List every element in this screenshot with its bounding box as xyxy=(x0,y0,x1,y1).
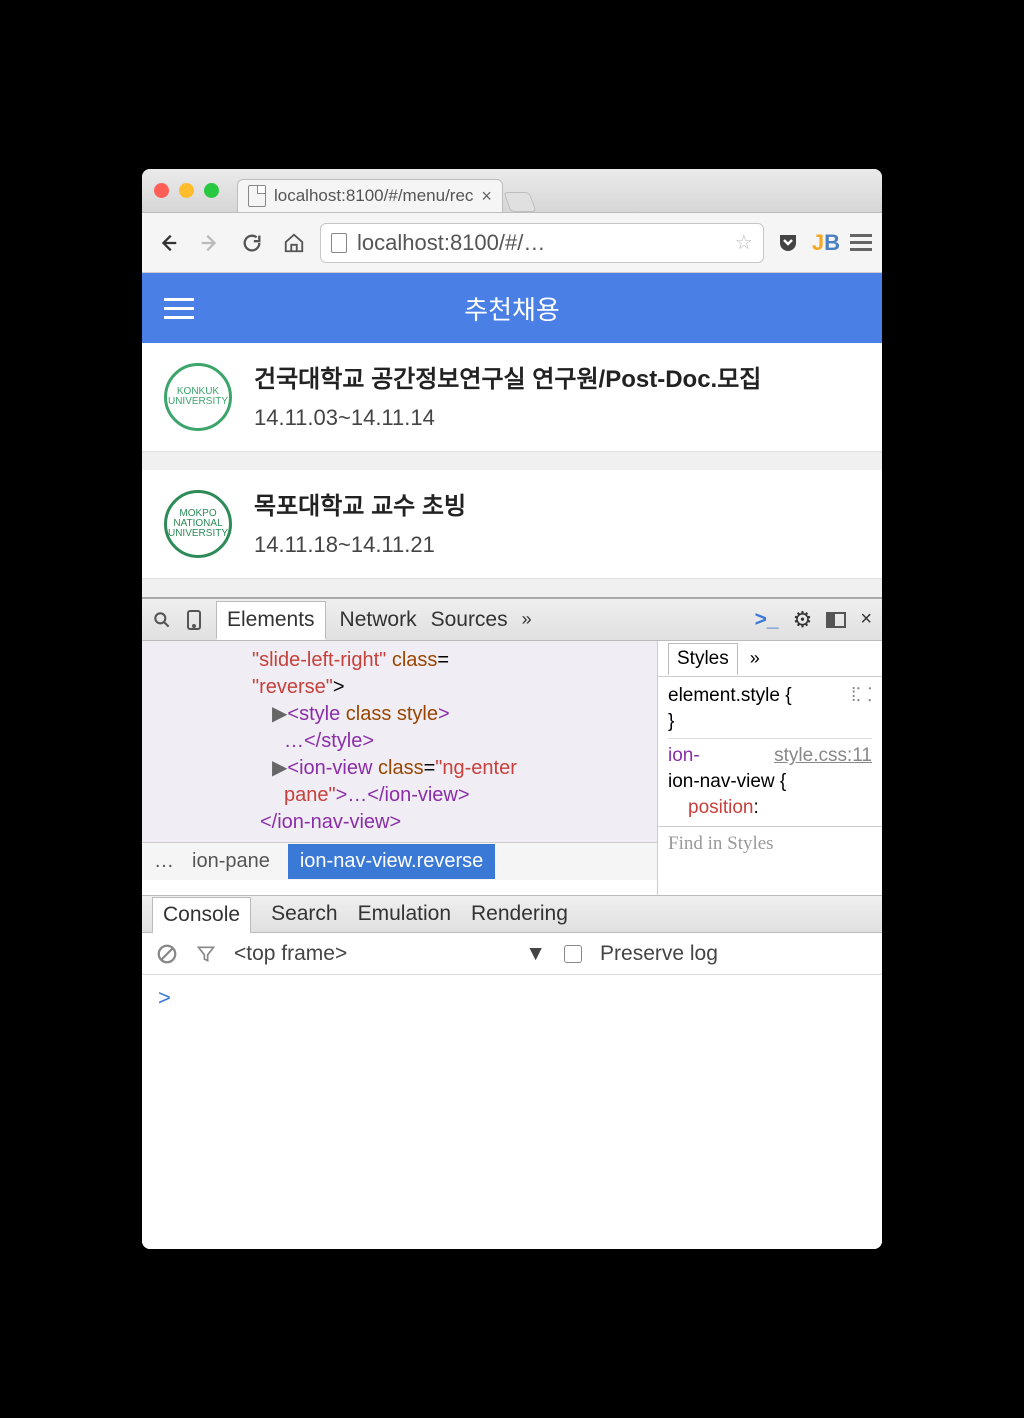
list-item-body: 건국대학교 공간정보연구실 연구원/Post-Doc.모집 14.11.03~1… xyxy=(254,363,761,431)
list-item[interactable]: KONKUK UNIVERSITY 건국대학교 공간정보연구실 연구원/Post… xyxy=(142,343,882,452)
devtools-tabs: Elements Network Sources » >_ ⚙ × xyxy=(142,599,882,641)
dock-side-icon[interactable] xyxy=(826,612,846,628)
tab-title: localhost:8100/#/menu/rec xyxy=(274,186,473,206)
dom-breadcrumb: … ion-pane ion-nav-view.reverse xyxy=(142,842,657,880)
frame-dropdown-icon[interactable]: ▼ xyxy=(525,942,546,966)
url-text: localhost:8100/#/… xyxy=(357,230,725,256)
filter-icon[interactable] xyxy=(196,944,216,964)
forward-button[interactable] xyxy=(194,227,226,259)
traffic-lights xyxy=(154,183,219,198)
close-devtools-icon[interactable]: × xyxy=(860,608,872,631)
hover-tools-icon[interactable]: ⁞⸬ xyxy=(851,683,872,709)
styles-code[interactable]: element.style { ⁞⸬ } ion- style.css:11 i… xyxy=(658,677,882,826)
list-item-dates: 14.11.18~14.11.21 xyxy=(254,532,466,558)
page-favicon-icon xyxy=(248,185,266,207)
console-toolbar: <top frame> ▼ Preserve log xyxy=(142,933,882,975)
maximize-window-button[interactable] xyxy=(204,183,219,198)
frame-selector[interactable]: <top frame> xyxy=(234,942,347,966)
device-mode-icon[interactable] xyxy=(186,609,202,631)
more-tabs-chevron-icon[interactable]: » xyxy=(522,609,532,630)
minimize-window-button[interactable] xyxy=(179,183,194,198)
tab-emulation[interactable]: Emulation xyxy=(358,902,451,926)
close-window-button[interactable] xyxy=(154,183,169,198)
browser-tabstrip: localhost:8100/#/menu/rec × xyxy=(237,169,533,212)
tab-styles[interactable]: Styles xyxy=(668,643,738,676)
list-item[interactable]: MOKPO NATIONAL UNIVERSITY 목포대학교 교수 초빙 14… xyxy=(142,470,882,579)
crumb-more[interactable]: … xyxy=(154,850,174,873)
preserve-log-checkbox[interactable] xyxy=(564,945,582,963)
tab-rendering[interactable]: Rendering xyxy=(471,902,568,926)
pocket-extension-icon[interactable] xyxy=(774,229,802,257)
list-item-dates: 14.11.03~14.11.14 xyxy=(254,405,761,431)
list-item-body: 목포대학교 교수 초빙 14.11.18~14.11.21 xyxy=(254,490,466,558)
url-favicon-icon xyxy=(331,233,347,253)
new-tab-button[interactable] xyxy=(503,192,536,212)
bookmark-star-icon[interactable]: ☆ xyxy=(735,230,753,255)
console-input[interactable]: > xyxy=(142,975,882,1249)
list-item-title: 목포대학교 교수 초빙 xyxy=(254,490,466,524)
browser-tab[interactable]: localhost:8100/#/menu/rec × xyxy=(237,179,503,212)
settings-gear-icon[interactable]: ⚙ xyxy=(793,607,813,633)
address-bar[interactable]: localhost:8100/#/… ☆ xyxy=(320,223,764,263)
back-button[interactable] xyxy=(152,227,184,259)
devtools-body: "slide-left-right" class= "reverse"> ▶<s… xyxy=(142,641,882,895)
devtools-drawer-tabs: Console Search Emulation Rendering xyxy=(142,895,882,933)
clear-console-icon[interactable] xyxy=(156,943,178,965)
jb-extension-icon[interactable]: JB xyxy=(812,230,840,256)
toggle-console-icon[interactable]: >_ xyxy=(755,608,779,632)
org-logo: KONKUK UNIVERSITY xyxy=(164,363,232,431)
app-header: 추천채용 xyxy=(142,273,882,343)
preserve-log-label: Preserve log xyxy=(600,942,718,966)
app-header-title: 추천채용 xyxy=(464,290,560,327)
tab-elements[interactable]: Elements xyxy=(216,601,326,640)
tab-network[interactable]: Network xyxy=(340,608,417,632)
org-logo: MOKPO NATIONAL UNIVERSITY xyxy=(164,490,232,558)
menu-hamburger-icon[interactable] xyxy=(164,298,194,319)
browser-menu-button[interactable] xyxy=(850,234,872,251)
browser-toolbar: localhost:8100/#/… ☆ JB xyxy=(142,213,882,273)
elements-panel: "slide-left-right" class= "reverse"> ▶<s… xyxy=(142,641,657,895)
tab-console[interactable]: Console xyxy=(152,897,251,934)
browser-window: localhost:8100/#/menu/rec × localhost:81… xyxy=(142,169,882,1249)
devtools: Elements Network Sources » >_ ⚙ × "slide… xyxy=(142,597,882,1249)
search-icon[interactable] xyxy=(152,610,172,630)
tab-search[interactable]: Search xyxy=(271,902,338,926)
more-style-tabs-icon[interactable]: » xyxy=(750,648,760,669)
list-item-title: 건국대학교 공간정보연구실 연구원/Post-Doc.모집 xyxy=(254,363,761,397)
console-prompt-icon: > xyxy=(158,985,171,1010)
dom-tree[interactable]: "slide-left-right" class= "reverse"> ▶<s… xyxy=(142,641,657,842)
job-list: KONKUK UNIVERSITY 건국대학교 공간정보연구실 연구원/Post… xyxy=(142,343,882,597)
macos-titlebar: localhost:8100/#/menu/rec × xyxy=(142,169,882,213)
crumb-item[interactable]: ion-pane xyxy=(192,850,270,873)
tab-sources[interactable]: Sources xyxy=(431,608,508,632)
reload-button[interactable] xyxy=(236,227,268,259)
styles-tabs: Styles » xyxy=(658,641,882,677)
crumb-item-active[interactable]: ion-nav-view.reverse xyxy=(288,844,495,879)
close-tab-icon[interactable]: × xyxy=(481,186,492,207)
styles-panel: Styles » element.style { ⁞⸬ } ion- style… xyxy=(657,641,882,895)
home-button[interactable] xyxy=(278,227,310,259)
find-in-styles-input[interactable]: Find in Styles xyxy=(658,826,882,861)
